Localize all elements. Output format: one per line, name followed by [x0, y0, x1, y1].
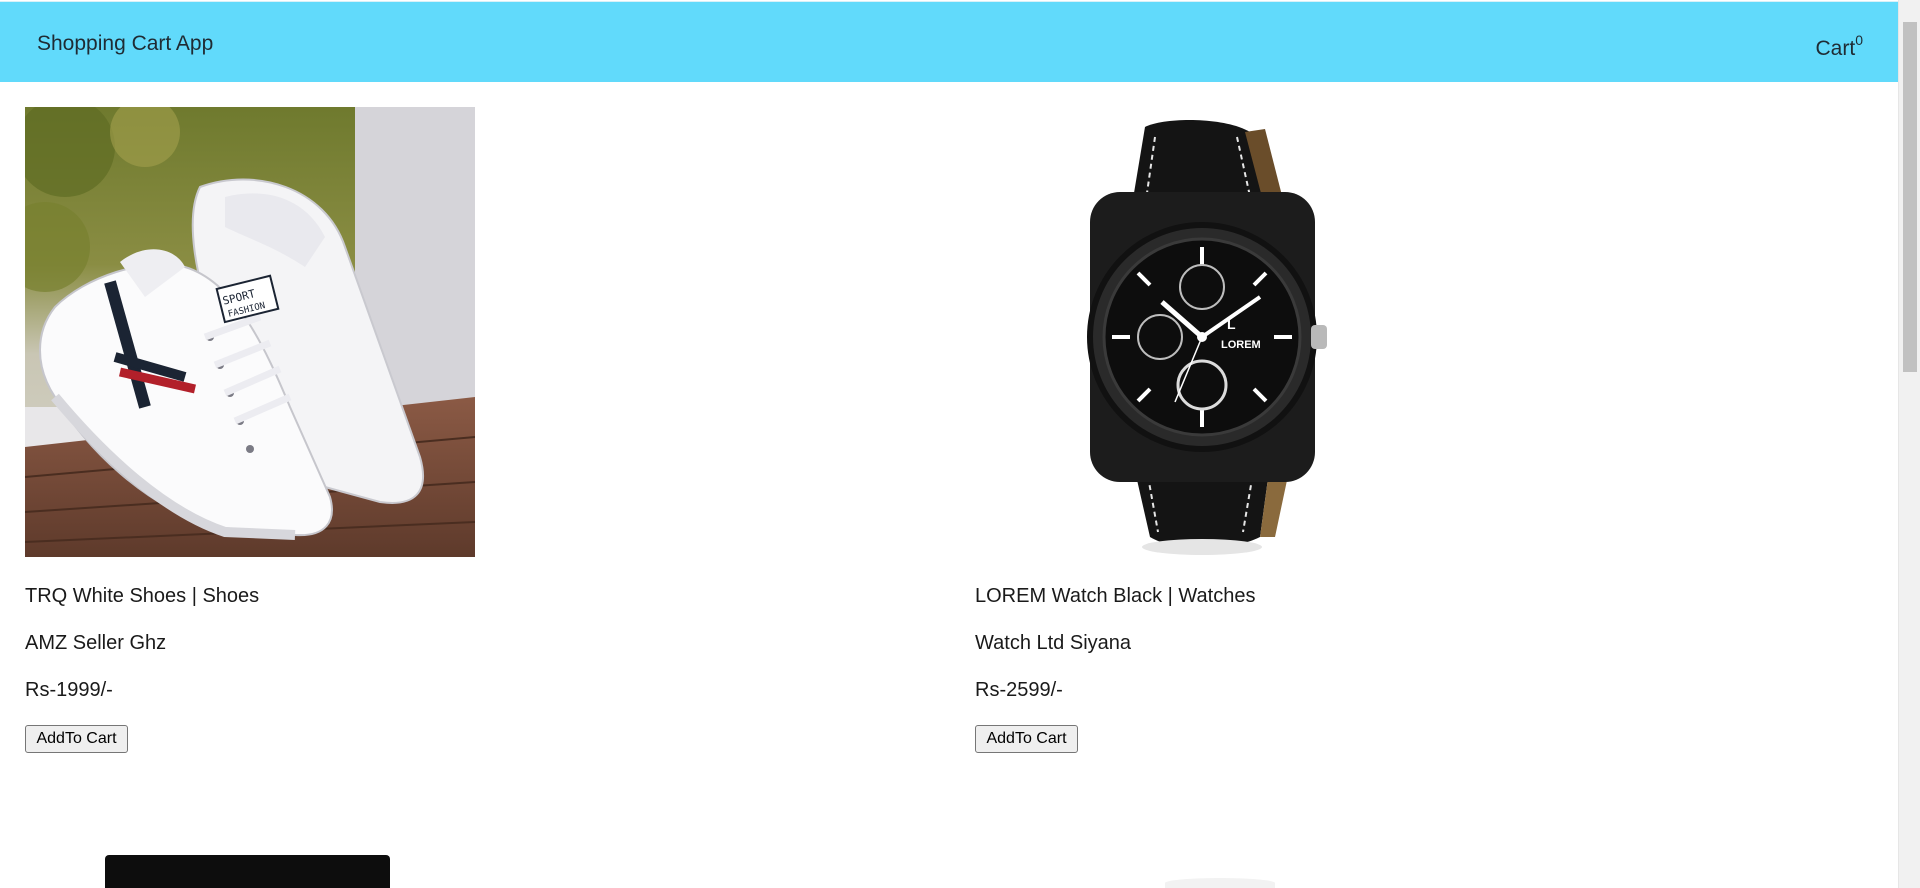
product-price: Rs-2599/-	[975, 679, 1063, 701]
next-product-image-partial-2	[1165, 878, 1275, 888]
product-seller: AMZ Seller Ghz	[25, 632, 167, 654]
product-title: TRQ White Shoes | Shoes	[25, 585, 260, 607]
white-sneakers-image: SPORT FASHION	[25, 107, 475, 557]
product-title: LOREM Watch Black | Watches	[975, 585, 1256, 607]
add-to-cart-button[interactable]: AddTo Cart	[975, 725, 1078, 753]
next-product-image-partial	[105, 855, 390, 888]
product-card-watch: L LOREM LOREM Watch Black | Watches Watc…	[975, 107, 1875, 757]
watch-brand-text: LOREM	[1221, 339, 1261, 351]
cart-count-badge: 0	[1855, 32, 1863, 48]
app-brand-link[interactable]: Shopping Cart App	[37, 32, 213, 56]
vertical-scrollbar[interactable]	[1898, 0, 1920, 888]
cart-label: Cart	[1815, 37, 1856, 60]
product-card-shoes: SPORT FASHION TRQ White Shoes | Shoes AM…	[25, 107, 925, 757]
cart-link[interactable]: Cart0	[1815, 32, 1863, 61]
product-price: Rs-1999/-	[25, 679, 113, 701]
add-to-cart-button[interactable]: AddTo Cart	[25, 725, 128, 753]
scrollbar-thumb[interactable]	[1903, 22, 1917, 372]
product-seller: Watch Ltd Siyana	[975, 632, 1132, 654]
top-navbar: Shopping Cart App Cart0	[0, 1, 1899, 82]
black-wristwatch-image: L LOREM	[975, 107, 1425, 557]
shopping-cart-page: Shopping Cart App Cart0 SPORT FASHION TR…	[0, 0, 1920, 888]
